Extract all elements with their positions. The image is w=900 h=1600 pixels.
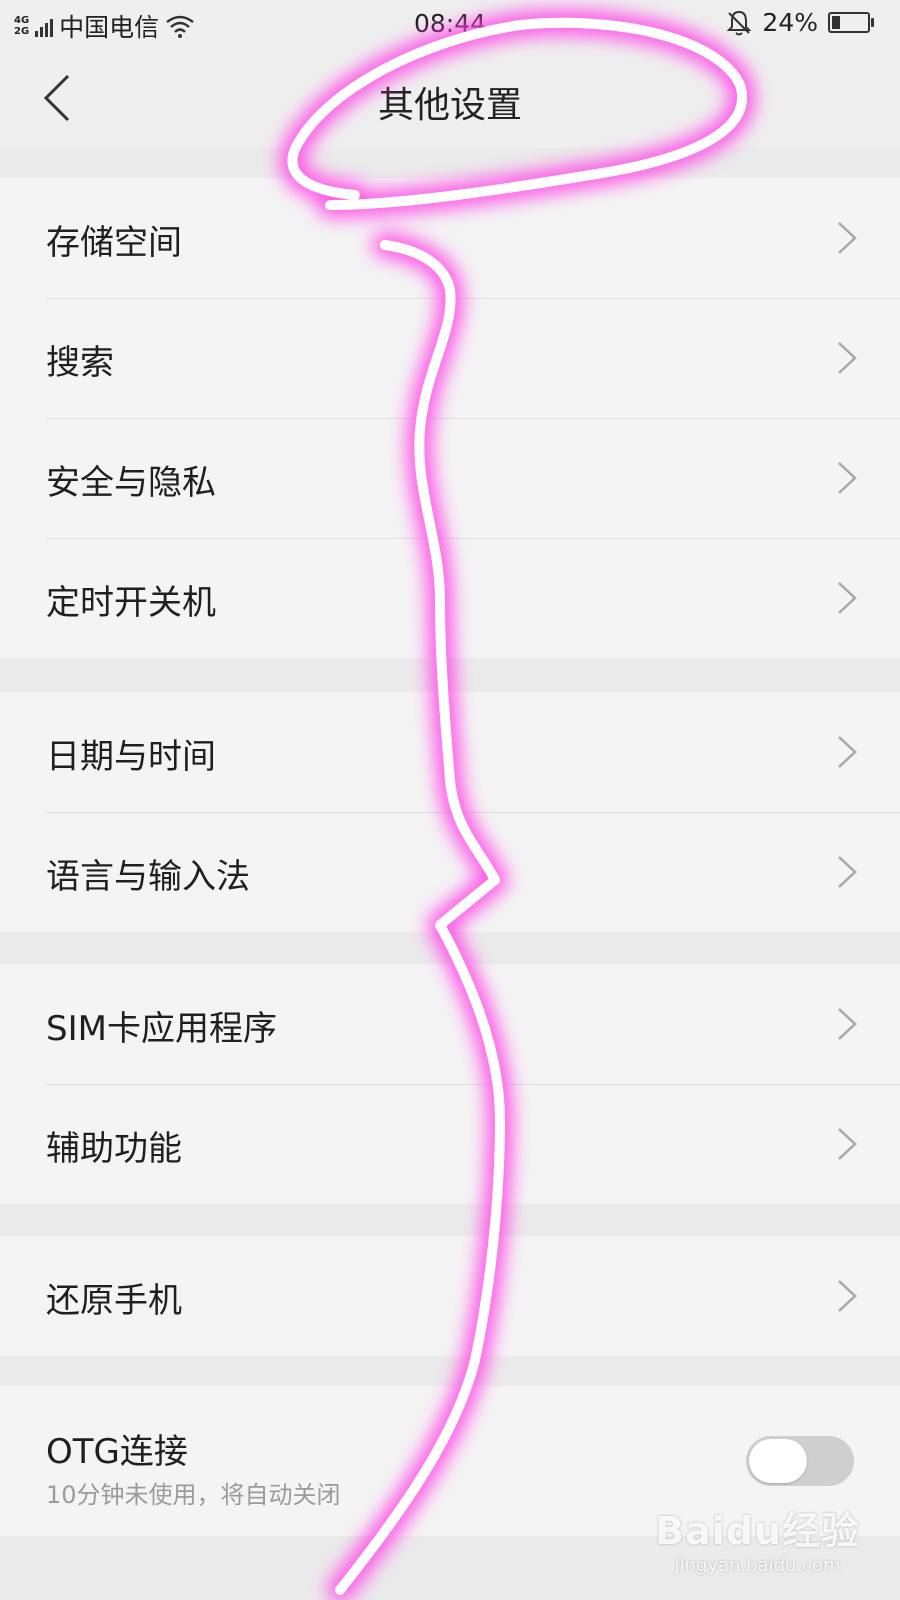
setting-row-storage[interactable]: 存储空间 [0, 178, 900, 298]
toggle-knob [749, 1439, 807, 1483]
watermark-logo: Baidu经验 [655, 1509, 860, 1553]
settings-group-4: 还原手机 [0, 1236, 900, 1356]
otg-toggle[interactable] [746, 1436, 854, 1486]
otg-label: OTG连接 [46, 1432, 188, 1472]
settings-group-3: SIM卡应用程序 辅助功能 [0, 964, 900, 1204]
setting-label: 存储空间 [46, 223, 182, 263]
chevron-right-icon [838, 1008, 857, 1040]
settings-group-1: 存储空间 搜索 安全与隐私 定时开关机 [0, 178, 900, 658]
chevron-right-icon [838, 856, 857, 888]
chevron-right-icon [838, 462, 857, 494]
setting-row-date-time[interactable]: 日期与时间 [0, 692, 900, 812]
setting-row-search[interactable]: 搜索 [0, 298, 900, 418]
setting-row-reset-phone[interactable]: 还原手机 [0, 1236, 900, 1356]
setting-row-security-privacy[interactable]: 安全与隐私 [0, 418, 900, 538]
setting-label: 安全与隐私 [46, 463, 216, 503]
watermark-url: jingyan.baidu.com [674, 1555, 841, 1576]
page-title: 其他设置 [377, 85, 522, 126]
chevron-right-icon [838, 342, 857, 374]
otg-subtitle: 10分钟未使用，将自动关闭 [46, 1481, 341, 1509]
battery-fill [832, 16, 841, 29]
settings-group-2: 日期与时间 语言与输入法 [0, 692, 900, 932]
chevron-right-icon [838, 1128, 857, 1160]
setting-label: 搜索 [46, 343, 114, 383]
chevron-right-icon [838, 1280, 857, 1312]
setting-row-language-input[interactable]: 语言与输入法 [0, 812, 900, 932]
baidu-watermark: Baidu经验 jingyan.baidu.com [655, 1500, 860, 1576]
setting-label: 定时开关机 [46, 583, 216, 623]
setting-label: 还原手机 [46, 1281, 182, 1321]
battery-icon [828, 12, 874, 33]
setting-row-scheduled-power[interactable]: 定时开关机 [0, 538, 900, 658]
setting-label: 辅助功能 [46, 1129, 182, 1169]
status-bar: 4G 2G 中国电信 08:44 24% [0, 0, 900, 48]
battery-percent: 24% [762, 8, 818, 37]
chevron-right-icon [838, 582, 857, 614]
setting-label: 日期与时间 [46, 737, 216, 777]
status-right: 24% [726, 8, 874, 37]
chevron-right-icon [838, 736, 857, 768]
chevron-right-icon [838, 222, 857, 254]
setting-label: SIM卡应用程序 [46, 1009, 277, 1049]
setting-label: 语言与输入法 [46, 857, 250, 897]
bell-muted-icon [727, 10, 752, 35]
nav-bar: 其他设置 [0, 48, 900, 148]
setting-row-sim-apps[interactable]: SIM卡应用程序 [0, 964, 900, 1084]
setting-row-accessibility[interactable]: 辅助功能 [0, 1084, 900, 1204]
